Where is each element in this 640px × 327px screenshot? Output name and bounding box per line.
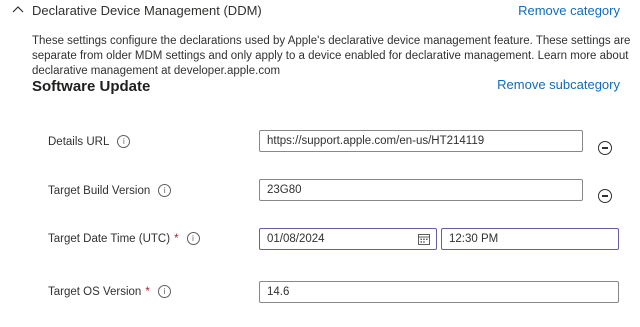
details-url-input[interactable]: https://support.apple.com/en-us/HT214119 [259, 130, 583, 152]
target-os-version-input[interactable]: 14.6 [259, 281, 619, 303]
info-icon[interactable]: i [186, 232, 200, 245]
chevron-up-icon[interactable] [11, 3, 25, 17]
category-description: These settings configure the declaration… [32, 35, 631, 77]
required-marker: * [174, 232, 179, 245]
info-icon[interactable]: i [158, 184, 172, 197]
target-os-version-label-text: Target OS Version [48, 285, 142, 298]
category-title: Declarative Device Management (DDM) [32, 3, 262, 18]
info-icon[interactable]: i [157, 285, 171, 298]
details-url-label: Details URL i [48, 135, 131, 148]
target-build-version-label-text: Target Build Version [48, 184, 151, 197]
remove-subcategory-link[interactable]: Remove subcategory [497, 77, 620, 92]
remove-category-link[interactable]: Remove category [518, 3, 620, 18]
calendar-icon[interactable] [418, 233, 430, 245]
target-date-input[interactable]: 01/08/2024 [259, 228, 437, 250]
remove-circle-icon[interactable] [598, 189, 612, 203]
remove-circle-icon[interactable] [598, 141, 612, 155]
required-marker: * [145, 285, 150, 298]
info-icon[interactable]: i [117, 135, 131, 148]
subcategory-title: Software Update [32, 78, 151, 95]
target-time-input[interactable]: 12:30 PM [441, 228, 619, 250]
target-date-value: 01/08/2024 [267, 233, 325, 245]
target-build-version-label: Target Build Version i [48, 184, 172, 197]
target-os-version-label: Target OS Version * i [48, 285, 171, 298]
target-date-time-label-text: Target Date Time (UTC) [48, 232, 171, 245]
category-header[interactable]: Declarative Device Management (DDM) Remo… [0, 0, 640, 24]
details-url-label-text: Details URL [48, 135, 110, 148]
target-date-time-label: Target Date Time (UTC) * i [48, 232, 200, 245]
target-build-version-input[interactable]: 23G80 [259, 179, 583, 201]
